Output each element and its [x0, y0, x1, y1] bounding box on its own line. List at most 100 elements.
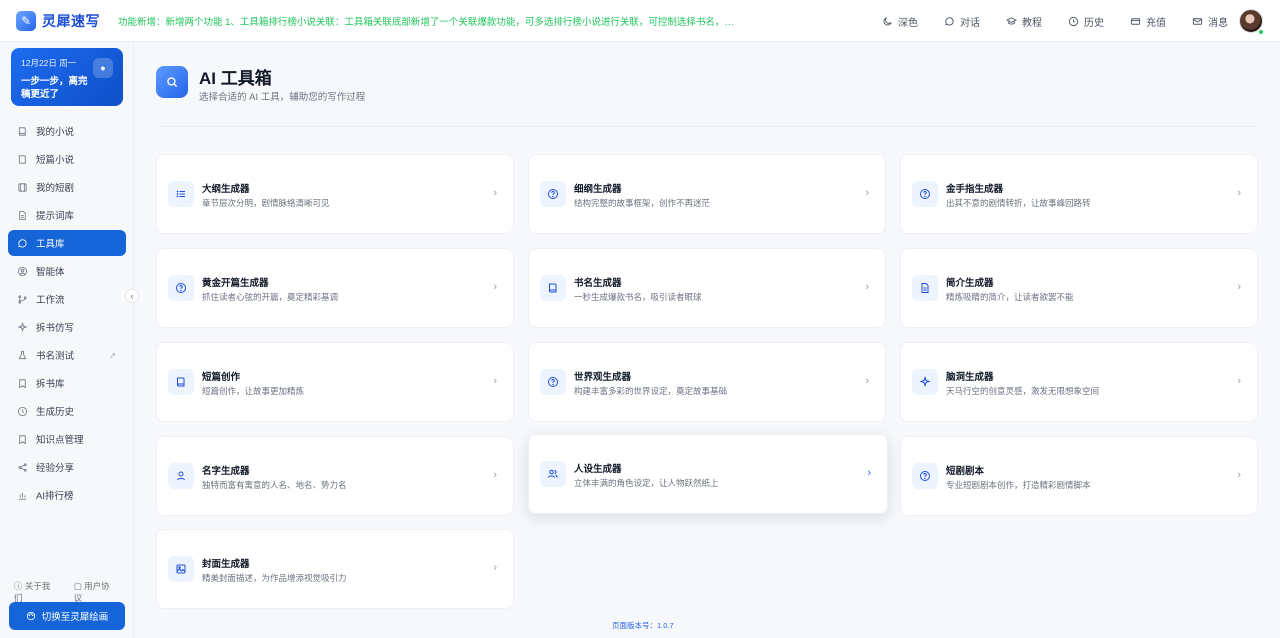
- sidebar-item-5[interactable]: 智能体: [8, 258, 126, 284]
- tool-desc: 结构完整的故事框架，创作不再迷茫: [574, 198, 711, 208]
- book-icon: [549, 283, 557, 293]
- header-action-label: 充值: [1146, 17, 1166, 29]
- tool-title: 封面生成器: [202, 559, 250, 570]
- sidebar-item-3[interactable]: 提示词库: [8, 202, 126, 228]
- bookmark-icon: [19, 378, 26, 388]
- chevron-right-icon: ›: [865, 281, 869, 293]
- tool-card[interactable]: 细纲生成器结构完整的故事框架，创作不再迷茫 ›: [528, 154, 886, 234]
- tool-card[interactable]: 大纲生成器 章节层次分明，剧情脉络清晰可见 ›: [156, 154, 514, 234]
- chevron-right-icon: ›: [865, 187, 869, 199]
- header-actions: 深色 对话 教程 历史 充值 消息: [856, 0, 1228, 42]
- sidebar-item-4[interactable]: 工具库: [8, 230, 126, 256]
- tool-icon-wrap: [912, 463, 938, 489]
- sidebar-item-1[interactable]: 短篇小说: [8, 146, 126, 172]
- tool-icon-wrap: [912, 181, 938, 207]
- tool-card[interactable]: 黄金开篇生成器 抓住读者心弦的开篇，奠定精彩基调 ›: [156, 248, 514, 328]
- tool-card[interactable]: 世界观生成器 构建丰富多彩的世界设定，奠定故事基础 ›: [528, 342, 886, 422]
- header-action-1[interactable]: 对话: [944, 14, 980, 29]
- tool-icon-wrap: [168, 556, 194, 582]
- tool-icon-wrap: [540, 461, 566, 487]
- tool-desc: 天马行空的创意灵感，激发无限想象空间: [946, 386, 1100, 396]
- tool-card[interactable]: 脑洞生成器 天马行空的创意灵感，激发无限想象空间 ›: [900, 342, 1258, 422]
- tool-card[interactable]: 书名生成器 一秒生成爆款书名，吸引读者眼球 ›: [528, 248, 886, 328]
- sidebar-item-8[interactable]: 书名测试 ↗: [8, 342, 126, 368]
- sparkle-icon: [17, 321, 28, 332]
- sidebar-footer-links: ⓘ 关于我们 ▢ 用户协议: [14, 580, 133, 604]
- tool-desc: 立体丰满的角色设定，让人物跃然纸上: [574, 478, 719, 488]
- header-action-5[interactable]: 消息: [1192, 14, 1228, 29]
- tool-card[interactable]: 人设生成器 立体丰满的角色设定，让人物跃然纸上 ›: [528, 434, 888, 514]
- tool-card[interactable]: 名字生成器 独特而富有寓意的人名、地名、势力名 ›: [156, 436, 514, 516]
- tool-icon-wrap: [540, 369, 566, 395]
- tool-icon-wrap: [540, 181, 566, 207]
- sidebar-item-label: 智能体: [36, 267, 65, 278]
- header-action-4[interactable]: 充值: [1130, 14, 1166, 29]
- tool-desc: 专业短剧剧本创作，打造精彩剧情脚本: [946, 480, 1091, 490]
- chevron-right-icon: ›: [865, 375, 869, 387]
- header-action-0[interactable]: 深色: [882, 14, 918, 29]
- header-action-2[interactable]: 教程: [1006, 14, 1042, 29]
- tool-card[interactable]: 金手指生成器 出其不意的剧情转折，让故事峰回路转 ›: [900, 154, 1258, 234]
- chat-bubble-icon: ●: [93, 58, 113, 78]
- page-subtitle: 选择合适的 AI 工具，辅助您的写作过程: [199, 92, 366, 103]
- user-agreement-link[interactable]: ▢ 用户协议: [74, 580, 119, 604]
- sidebar-item-label: 知识点管理: [36, 435, 84, 446]
- sidebar-item-0[interactable]: 我的小说: [8, 118, 126, 144]
- online-status-dot: [1258, 29, 1264, 35]
- palette-icon: [26, 611, 35, 621]
- branch-icon: [18, 294, 27, 304]
- tool-card[interactable]: 简介生成器 精炼吸睛的简介，让读者欲罢不能 ›: [900, 248, 1258, 328]
- bar-chart-icon: [18, 492, 27, 500]
- sidebar-item-label: 拆书库: [36, 379, 65, 390]
- chevron-right-icon: ›: [1237, 469, 1241, 481]
- sidebar-item-7[interactable]: 拆书仿写: [8, 314, 126, 340]
- sparkle-icon: [919, 376, 931, 388]
- image-icon: [176, 564, 186, 574]
- header-action-label: 历史: [1084, 17, 1104, 29]
- sidebar-item-label: 短篇小说: [36, 155, 75, 166]
- share-icon: [18, 462, 27, 472]
- tool-title: 细纲生成器: [574, 184, 622, 195]
- sidebar-item-13[interactable]: AI排行榜: [8, 482, 126, 508]
- list-icon: [176, 190, 185, 198]
- tool-card[interactable]: 短剧剧本 专业短剧剧本创作，打造精彩剧情脚本 ›: [900, 436, 1258, 516]
- sidebar-item-10[interactable]: 生成历史: [8, 398, 126, 424]
- notice-marquee[interactable]: 功能新增：新增两个功能 1、工具箱排行榜小说关联：工具箱关联底部新增了一个关联爆…: [118, 14, 740, 28]
- sidebar-item-6[interactable]: 工作流: [8, 286, 126, 312]
- date-card: 12月22日 周一 一步一步，离完稿更近了 ●: [11, 48, 123, 106]
- film-icon: [18, 182, 27, 192]
- motto-text: 一步一步，离完稿更近了: [21, 76, 88, 100]
- tool-title: 人设生成器: [574, 464, 622, 475]
- tool-desc: 精美封面描述，为作品增添视觉吸引力: [202, 573, 347, 583]
- chevron-right-icon: ›: [493, 469, 497, 481]
- collapse-sidebar-button[interactable]: ‹: [125, 289, 139, 303]
- switch-to-painting-button[interactable]: 切换至灵犀绘画: [9, 602, 125, 630]
- sidebar-item-2[interactable]: 我的短剧: [8, 174, 126, 200]
- about-link[interactable]: ⓘ 关于我们: [14, 580, 60, 604]
- chat-icon: [945, 16, 954, 25]
- sidebar-item-label: 工作流: [36, 295, 65, 306]
- tool-desc: 构建丰富多彩的世界设定，奠定故事基础: [574, 386, 728, 396]
- sidebar-item-label: 我的短剧: [36, 183, 75, 194]
- header-action-3[interactable]: 历史: [1068, 14, 1104, 29]
- graduation-cap-icon: [1006, 16, 1017, 24]
- chevron-right-icon: ›: [493, 375, 497, 387]
- tool-title: 名字生成器: [202, 466, 250, 477]
- tool-icon-wrap: [168, 275, 194, 301]
- sidebar-nav: 我的小说短篇小说我的短剧提示词库 工具库智能体工作流拆书仿写 书名测试 ↗ 拆书库生成历…: [8, 118, 126, 510]
- tool-title: 书名生成器: [574, 278, 622, 289]
- help-circle-icon: [548, 377, 558, 387]
- book-open-icon: [18, 154, 26, 164]
- tool-title: 金手指生成器: [946, 184, 1004, 195]
- sidebar-item-12[interactable]: 经验分享: [8, 454, 126, 480]
- tool-card[interactable]: 封面生成器 精美封面描述，为作品增添视觉吸引力 ›: [156, 529, 514, 609]
- clock-icon: [1068, 16, 1079, 26]
- tool-icon-wrap: [168, 369, 194, 395]
- sidebar-item-11[interactable]: 知识点管理: [8, 426, 126, 452]
- mail-icon: [1192, 17, 1203, 25]
- tool-title: 脑洞生成器: [946, 372, 994, 383]
- top-header: ✎ 灵犀速写 功能新增：新增两个功能 1、工具箱排行榜小说关联：工具箱关联底部新…: [0, 0, 1280, 42]
- tool-card[interactable]: 短篇创作 短篇创作，让故事更加精炼 ›: [156, 342, 514, 422]
- brand-logo[interactable]: ✎ 灵犀速写: [16, 10, 116, 31]
- sidebar-item-9[interactable]: 拆书库: [8, 370, 126, 396]
